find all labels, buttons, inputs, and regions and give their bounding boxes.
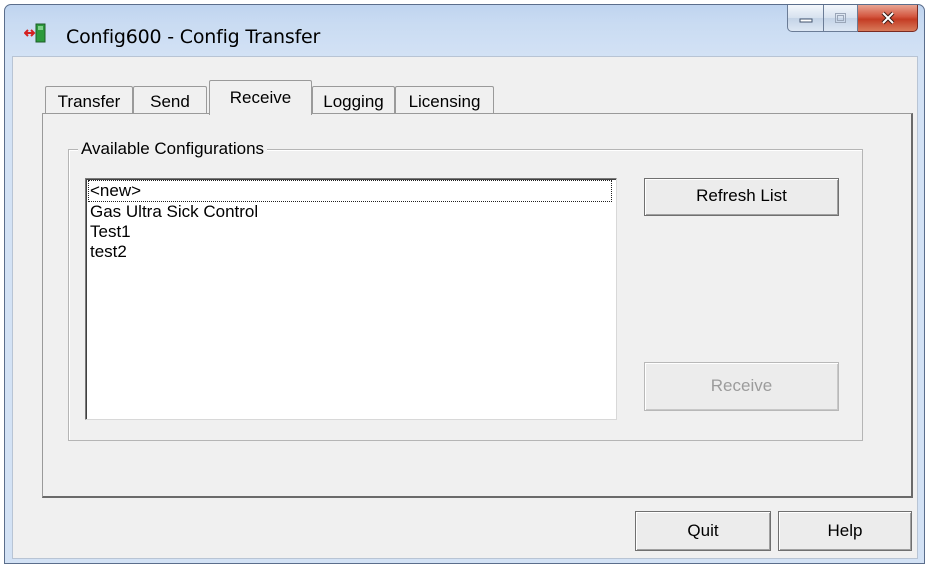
caption-buttons <box>787 5 918 33</box>
minimize-button[interactable] <box>787 5 824 32</box>
available-configurations-group: Available Configurations <new> Gas Ultra… <box>68 139 863 441</box>
close-icon <box>881 11 894 25</box>
receive-tab-panel: Available Configurations <new> Gas Ultra… <box>42 113 913 498</box>
app-window: Config600 - Config Transfer Transfer Sen… <box>4 4 925 564</box>
configurations-listbox[interactable]: <new> Gas Ultra Sick Control Test1 test2 <box>85 178 617 420</box>
tab-transfer[interactable]: Transfer <box>45 86 133 114</box>
receive-button[interactable]: Receive <box>644 362 839 411</box>
client-area: Transfer Send Receive Logging Licensing … <box>12 56 918 559</box>
title-bar[interactable]: Config600 - Config Transfer <box>5 5 924 63</box>
close-button[interactable] <box>858 5 918 32</box>
tab-logging[interactable]: Logging <box>312 86 395 114</box>
help-button[interactable]: Help <box>778 511 912 551</box>
transfer-arrows-icon <box>24 23 46 43</box>
maximize-icon <box>834 13 846 23</box>
tab-receive[interactable]: Receive <box>209 80 312 115</box>
refresh-list-button[interactable]: Refresh List <box>644 178 839 216</box>
group-label: Available Configurations <box>78 139 268 159</box>
list-item[interactable]: Gas Ultra Sick Control <box>89 202 258 222</box>
tab-licensing[interactable]: Licensing <box>395 86 494 114</box>
quit-button[interactable]: Quit <box>635 511 771 551</box>
maximize-button[interactable] <box>824 5 858 32</box>
window-title: Config600 - Config Transfer <box>66 26 321 48</box>
list-item[interactable]: test2 <box>89 242 127 262</box>
tab-send[interactable]: Send <box>133 86 207 114</box>
list-item[interactable]: Test1 <box>89 222 131 242</box>
minimize-icon <box>799 18 812 23</box>
list-item[interactable]: <new> <box>88 180 612 202</box>
